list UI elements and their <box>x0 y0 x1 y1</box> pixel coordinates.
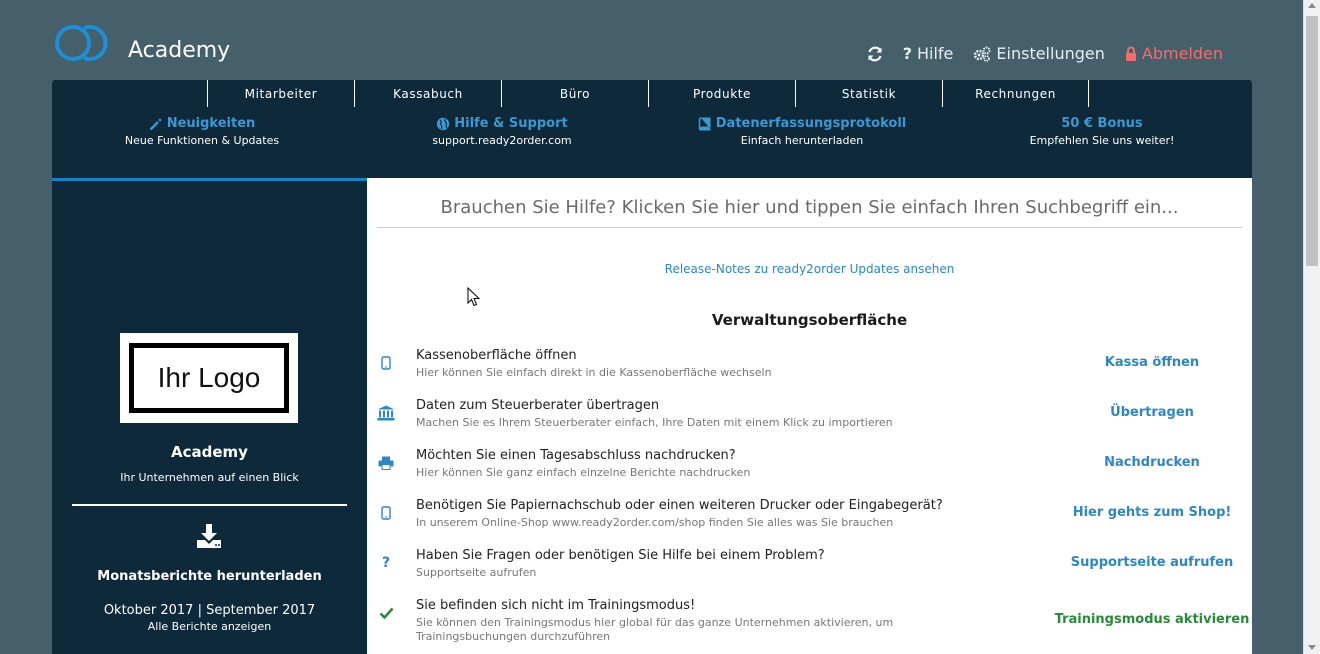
top-navigation: ? Hilfe Einstellungen Abmelden <box>867 44 1223 63</box>
help-support-link[interactable]: Hilfe & Support support.ready2order.com <box>352 116 652 147</box>
vertical-scrollbar[interactable] <box>1303 0 1320 654</box>
action-title: Möchten Sie einen Tagesabschluss nachdru… <box>416 448 736 463</box>
tablet-icon <box>377 354 395 372</box>
question-icon: ? <box>902 44 912 63</box>
help-search-input[interactable] <box>377 188 1242 228</box>
tab-produkte[interactable]: Produkte <box>648 80 795 107</box>
tablet-icon <box>377 504 395 522</box>
open-register-button[interactable]: Kassa öffnen <box>1052 355 1252 370</box>
action-title: Sie befinden sich nicht im Trainingsmodu… <box>416 598 696 613</box>
scrollbar-thumb[interactable] <box>1306 16 1318 266</box>
app-title: Academy <box>128 38 231 63</box>
logout-link[interactable]: Abmelden <box>1125 44 1223 63</box>
menu-links: Neuigkeiten Neue Funktionen & Updates Hi… <box>52 116 1252 147</box>
action-description: In unserem Online-Shop www.ready2order.c… <box>416 516 894 529</box>
action-title: Kassenoberfläche öffnen <box>416 348 577 363</box>
protocol-title: Datenerfassungsprotokoll <box>715 116 907 131</box>
download-icon[interactable] <box>195 522 223 550</box>
action-row-training: Sie befinden sich nicht im Trainingsmodu… <box>367 598 1252 643</box>
main-container: Mitarbeiter Kassabuch Büro Produkte Stat… <box>52 80 1252 654</box>
bonus-title: 50 € Bonus <box>1061 116 1143 131</box>
lock-icon <box>1125 46 1136 61</box>
action-description: Sie können den Trainingsmodus hier globa… <box>416 616 894 643</box>
news-title: Neuigkeiten <box>166 116 256 131</box>
help-link[interactable]: ? Hilfe <box>903 44 954 63</box>
company-tagline: Ihr Unternehmen auf einen Blick <box>120 471 299 484</box>
action-row-support: ? Haben Sie Fragen oder benötigen Sie Hi… <box>367 548 1252 592</box>
section-title: Verwaltungsoberfläche <box>711 311 908 329</box>
action-row-open-register: Kassenoberfläche öffnen Hier können Sie … <box>367 348 1252 392</box>
gears-icon <box>974 46 991 62</box>
tab-kassabuch[interactable]: Kassabuch <box>354 80 501 107</box>
printer-icon <box>377 454 395 472</box>
action-title: Daten zum Steuerberater übertragen <box>416 398 660 413</box>
check-icon <box>377 604 395 622</box>
sidebar: Ihr Logo Academy Ihr Unternehmen auf ein… <box>52 178 367 654</box>
company-name: Academy <box>171 443 248 461</box>
protocol-subtitle: Einfach herunterladen <box>740 134 864 147</box>
globe-icon <box>437 117 450 130</box>
scroll-down-arrow-icon[interactable] <box>1308 645 1316 650</box>
magic-wand-icon <box>149 117 163 130</box>
tab-mitarbeiter[interactable]: Mitarbeiter <box>207 80 354 107</box>
action-description: Hier können Sie ganz einfach einzelne Be… <box>416 466 751 479</box>
action-description: Machen Sie es Ihrem Steuerberater einfac… <box>416 416 893 429</box>
transfer-button[interactable]: Übertragen <box>1052 405 1252 420</box>
refresh-button[interactable] <box>867 46 883 62</box>
app-logo-icon[interactable] <box>54 20 116 66</box>
question-icon: ? <box>381 555 391 571</box>
action-description: Supportseite aufrufen <box>416 566 537 579</box>
action-description: Hier können Sie einfach direkt in die Ka… <box>416 366 772 379</box>
news-subtitle: Neue Funktionen & Updates <box>124 134 280 147</box>
help-label: Hilfe <box>917 44 954 63</box>
sidebar-accent-bar <box>52 178 367 181</box>
book-icon <box>698 116 711 131</box>
news-link[interactable]: Neuigkeiten Neue Funktionen & Updates <box>52 116 352 147</box>
app-header: Academy ? Hilfe Einstellungen Abmelden <box>0 0 1303 80</box>
monthly-reports-links[interactable]: Oktober 2017 | September 2017 <box>52 603 367 618</box>
reprint-button[interactable]: Nachdrucken <box>1052 455 1252 470</box>
all-reports-link[interactable]: Alle Berichte anzeigen <box>52 620 367 633</box>
support-page-button[interactable]: Supportseite aufrufen <box>1052 555 1252 570</box>
tab-statistik[interactable]: Statistik <box>795 80 942 107</box>
shop-button[interactable]: Hier gehts zum Shop! <box>1052 505 1252 520</box>
tab-buero[interactable]: Büro <box>501 80 648 107</box>
sidebar-divider <box>72 504 347 506</box>
refresh-icon <box>868 46 882 61</box>
release-notes-link[interactable]: Release-Notes zu ready2order Updates ans… <box>367 262 1252 276</box>
mouse-cursor-icon <box>467 287 481 307</box>
menu-panel: Mitarbeiter Kassabuch Büro Produkte Stat… <box>52 80 1252 178</box>
action-row-reprint: Möchten Sie einen Tagesabschluss nachdru… <box>367 448 1252 492</box>
action-title: Haben Sie Fragen oder benötigen Sie Hilf… <box>416 548 825 563</box>
settings-label: Einstellungen <box>996 44 1105 63</box>
menu-tabs: Mitarbeiter Kassabuch Büro Produkte Stat… <box>207 80 1089 107</box>
training-mode-button[interactable]: Trainingsmodus aktivieren <box>1052 612 1252 627</box>
bank-icon <box>377 404 395 422</box>
help-support-title: Hilfe & Support <box>454 116 568 131</box>
scroll-up-arrow-icon[interactable] <box>1308 3 1316 8</box>
company-logo[interactable]: Ihr Logo <box>120 333 298 423</box>
logo-placeholder-text: Ihr Logo <box>129 343 289 413</box>
bonus-subtitle: Empfehlen Sie uns weiter! <box>1029 134 1175 147</box>
action-row-shop: Benötigen Sie Papiernachschub oder einen… <box>367 498 1252 542</box>
action-row-tax-advisor: Daten zum Steuerberater übertragen Mache… <box>367 398 1252 442</box>
help-support-subtitle: support.ready2order.com <box>432 134 572 147</box>
bonus-link[interactable]: 50 € Bonus Empfehlen Sie uns weiter! <box>952 116 1252 147</box>
logout-label: Abmelden <box>1141 44 1223 63</box>
protocol-link[interactable]: Datenerfassungsprotokoll Einfach herunte… <box>652 116 952 147</box>
monthly-reports-title: Monatsberichte herunterladen <box>97 569 322 584</box>
settings-link[interactable]: Einstellungen <box>973 44 1105 63</box>
action-title: Benötigen Sie Papiernachschub oder einen… <box>416 498 943 513</box>
tab-rechnungen[interactable]: Rechnungen <box>942 80 1089 107</box>
main-content: Release-Notes zu ready2order Updates ans… <box>367 178 1252 654</box>
